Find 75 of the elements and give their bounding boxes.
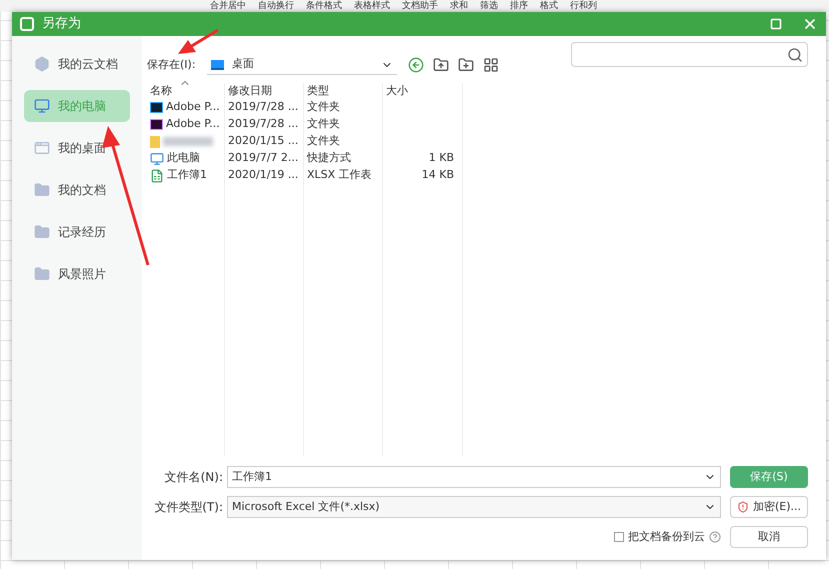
blurred-name [163,137,213,146]
table-cell: 1 KB [428,151,454,164]
sidebar-item[interactable]: 我的文档 [24,174,130,206]
column-header[interactable]: 类型 [304,82,383,100]
file-row[interactable]: 2020/1/15 ... 文件夹 [147,133,808,150]
file-name: Adobe P... [166,99,220,116]
view-mode-button[interactable] [483,57,499,73]
column-header[interactable]: 修改日期 [225,82,304,100]
table-cell: 14 KB [422,168,454,182]
toolbar-item[interactable]: 筛选 [480,2,498,10]
filetype-dropdown[interactable]: Microsoft Excel 文件(*.xlsx) [227,496,721,518]
column-header[interactable]: 大小 [383,82,462,100]
table-cell-text: 2020/1/15 ... [227,133,300,150]
new-folder-button[interactable] [458,57,474,73]
table-cell-text: 文件夹 [306,116,341,132]
file-name: 工作簿1 [167,167,207,184]
toolbar-item[interactable]: 行和列 [570,2,597,10]
table-cell-text: 2019/7/7 2... [227,150,300,166]
table-cell-text: 2020/1/19 ... [227,167,300,184]
premiere-icon [150,119,163,130]
window-title: 另存为 [42,15,81,34]
file-name: 此电脑 [167,150,200,166]
help-icon [709,531,721,543]
close-button[interactable] [802,16,818,32]
filename-field[interactable]: 工作簿1 [227,466,721,488]
cube-icon [34,56,50,72]
table-cell-text: 2019/7/28 ... [227,99,300,116]
desktop-icon [211,60,224,70]
sidebar-item[interactable]: 记录经历 [24,216,130,248]
app-logo-icon [20,17,34,31]
toolbar-item[interactable]: 排序 [510,2,528,10]
column-header[interactable]: 名称 [147,82,225,100]
filename-label: 文件名(N): [164,469,224,486]
shield-icon [736,501,749,513]
filetype-label: 文件类型(T): [153,499,224,516]
search-icon [787,46,803,62]
location-dropdown[interactable]: 桌面 [207,55,397,75]
table-cell-text: 文件夹 [306,133,341,150]
table-cell-text: XLSX 工作表 [306,167,373,184]
table-cell-text: 文件夹 [306,99,341,116]
toolbar-item[interactable]: 表格样式 [354,2,390,10]
maximize-button[interactable] [770,18,782,30]
search-field[interactable] [571,42,808,67]
folder-icon [34,266,50,282]
file-row[interactable]: 工作簿1 2020/1/19 ... XLSX 工作表 14 KB [147,167,808,184]
annotation-arrow [178,28,219,54]
table-cell-text: 2019/7/28 ... [227,116,300,132]
monitor-icon [150,152,164,166]
desktop-icon [34,140,50,156]
folder-icon [34,224,50,240]
file-name: Adobe P... [166,116,220,132]
monitor-icon [34,98,50,114]
toolbar-item[interactable]: 格式 [540,2,558,10]
sidebar-item[interactable]: 风景照片 [24,258,130,290]
toolbar-item[interactable]: 合并居中 [210,2,246,10]
spreadsheet-icon [150,168,164,182]
folder-icon [34,182,50,198]
file-row[interactable]: Adobe P... 2019/7/28 ... 文件夹 [147,99,808,116]
back-button[interactable] [408,57,424,73]
sidebar-item[interactable]: 我的云文档 [24,48,130,80]
backup-label: 把文档备份到云 [628,528,705,545]
cancel-button[interactable]: 取消 [730,526,808,548]
photoshop-icon [150,102,163,113]
toolbar-item[interactable]: 求和 [450,2,468,10]
folder-icon [150,136,160,148]
table-cell-text: 快捷方式 [306,150,352,166]
toolbar-item[interactable]: 文档助手 [402,2,438,10]
backup-checkbox[interactable] [614,532,624,542]
file-row[interactable]: Adobe P... 2019/7/28 ... 文件夹 [147,116,808,133]
up-folder-button[interactable] [433,57,449,73]
file-row[interactable]: 此电脑 2019/7/7 2... 快捷方式 1 KB [147,150,808,167]
toolbar-item[interactable]: 自动换行 [258,2,294,10]
toolbar-item[interactable]: 条件格式 [306,2,342,10]
encrypt-button[interactable]: 加密(E)... [730,496,808,518]
location-label: 保存在(I): [147,56,197,73]
